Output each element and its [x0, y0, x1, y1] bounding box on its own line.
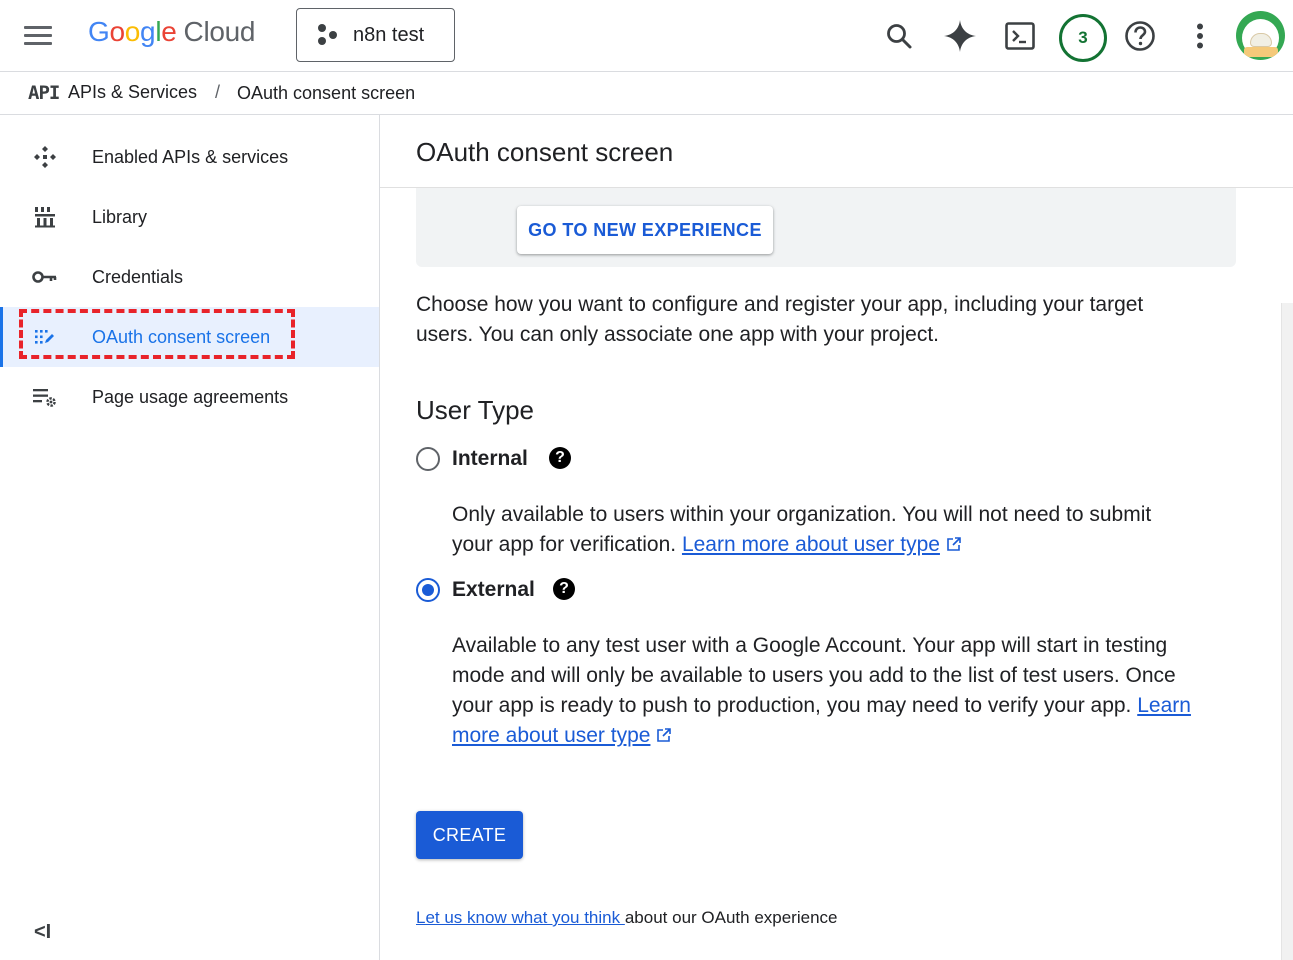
go-to-new-experience-button[interactable]: GO TO NEW EXPERIENCE	[517, 206, 773, 254]
user-type-heading: User Type	[416, 395, 535, 425]
help-icon[interactable]	[1120, 16, 1160, 56]
active-indicator	[0, 307, 3, 367]
more-vert-icon[interactable]	[1180, 16, 1220, 56]
external-link-icon	[947, 537, 961, 551]
external-radio[interactable]	[416, 578, 440, 602]
help-icon[interactable]: ?	[553, 578, 575, 600]
feedback-line: Let us know what you think about our OAu…	[416, 908, 838, 927]
settings-list-icon	[32, 384, 58, 410]
sidebar-item-credentials[interactable]: Credentials	[0, 247, 379, 307]
new-experience-banner: GO TO NEW EXPERIENCE	[416, 188, 1236, 267]
internal-label[interactable]: Internal	[452, 447, 528, 471]
main-content: OAuth consent screen GO TO NEW EXPERIENC…	[380, 115, 1293, 960]
search-icon[interactable]	[879, 16, 919, 56]
key-icon	[32, 264, 58, 290]
breadcrumb-apis-services[interactable]: APIs & Services	[68, 82, 197, 103]
google-cloud-logo[interactable]: Google Cloud	[88, 16, 256, 56]
user-type-internal-row: Internal ?	[416, 444, 571, 474]
sidebar: Enabled APIs & services Library Credenti…	[0, 115, 380, 960]
account-avatar[interactable]	[1236, 11, 1285, 60]
sidebar-item-library[interactable]: Library	[0, 187, 379, 247]
menu-icon[interactable]	[22, 22, 54, 50]
gemini-sparkle-icon[interactable]	[940, 16, 980, 56]
project-picker[interactable]: n8n test	[296, 8, 455, 62]
library-icon	[32, 204, 58, 230]
internal-description: Only available to users within your orga…	[452, 503, 1152, 556]
intro-description: Choose how you want to configure and reg…	[416, 293, 1144, 346]
project-name: n8n test	[353, 23, 425, 46]
breadcrumb: API APIs & Services / OAuth consent scre…	[0, 72, 1293, 115]
help-icon[interactable]: ?	[549, 447, 571, 469]
create-button[interactable]: CREATE	[416, 811, 523, 859]
user-type-external-row: External ?	[416, 575, 575, 605]
breadcrumb-current-page: OAuth consent screen	[237, 83, 416, 103]
feedback-link[interactable]: Let us know what you think	[416, 908, 625, 927]
collapse-sidebar-button[interactable]: <I	[34, 921, 51, 944]
page-header: OAuth consent screen	[380, 115, 1293, 188]
external-label[interactable]: External	[452, 578, 535, 602]
vertical-scrollbar[interactable]	[1281, 303, 1293, 960]
page-title: OAuth consent screen	[416, 137, 674, 167]
external-description: Available to any test user with a Google…	[452, 634, 1191, 747]
sidebar-item-page-usage-agreements[interactable]: Page usage agreements	[0, 367, 379, 427]
consent-grid-icon	[32, 324, 58, 350]
cloud-shell-icon[interactable]	[1000, 16, 1040, 56]
project-icon	[317, 24, 339, 46]
breadcrumb-separator: /	[215, 82, 221, 102]
top-app-bar: Google Cloud n8n test 3	[0, 0, 1293, 72]
external-link-icon	[657, 728, 672, 742]
sidebar-item-enabled-apis[interactable]: Enabled APIs & services	[0, 127, 379, 187]
api-hub-icon	[32, 144, 58, 170]
sidebar-item-oauth-consent[interactable]: OAuth consent screen	[0, 307, 379, 367]
api-badge-icon: API	[28, 82, 60, 104]
internal-radio[interactable]	[416, 447, 440, 471]
notifications-badge[interactable]: 3	[1059, 14, 1107, 62]
learn-more-user-type-link[interactable]: Learn more about user type	[682, 533, 940, 556]
